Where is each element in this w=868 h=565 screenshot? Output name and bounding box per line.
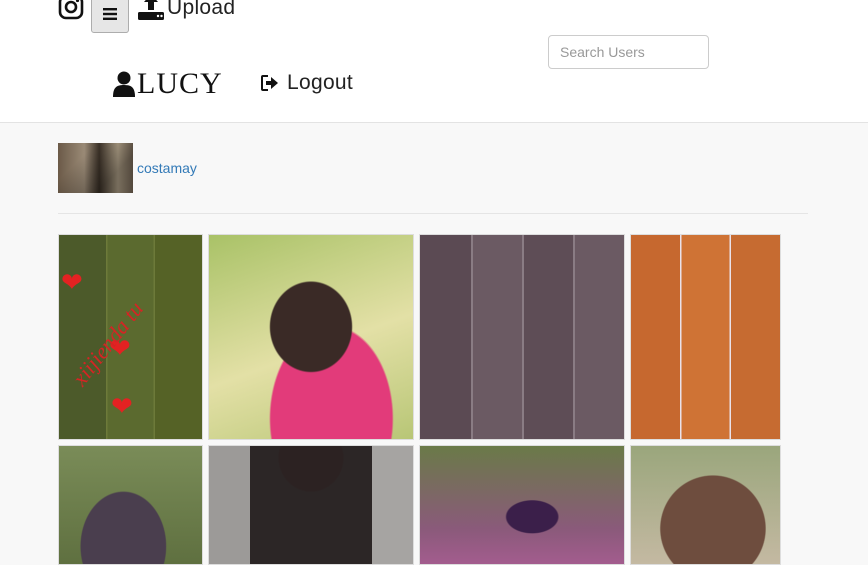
gallery-photo[interactable] — [58, 445, 203, 565]
profile-brand[interactable]: LUCY — [113, 66, 223, 102]
brand-label: LUCY — [137, 67, 223, 100]
menu-toggle-button[interactable] — [91, 0, 129, 33]
top-navbar: Upload LUCY Logout — [0, 0, 868, 123]
profile-header: costamay — [58, 143, 197, 193]
gallery-photo[interactable] — [630, 234, 781, 440]
hamburger-icon — [103, 7, 117, 20]
gallery-photo[interactable] — [419, 445, 625, 565]
divider — [58, 213, 808, 214]
avatar[interactable] — [58, 143, 133, 193]
heart-icon: ❤ — [61, 267, 83, 297]
upload-label: Upload — [167, 0, 236, 19]
search-users-input[interactable] — [548, 35, 709, 69]
gallery-photo[interactable]: ❤ ❤ ❤ xiijienda tu — [58, 234, 203, 440]
heart-icon: ❤ — [111, 391, 133, 421]
gallery-photo[interactable] — [208, 445, 414, 565]
gallery-photo[interactable] — [208, 234, 414, 440]
user-icon — [113, 71, 135, 97]
photo-overlay-text: xiijienda tu — [67, 296, 149, 391]
gallery-photo[interactable] — [419, 234, 625, 440]
logout-label: Logout — [287, 71, 354, 94]
gallery-photo[interactable] — [630, 445, 781, 565]
username-link[interactable]: costamay — [137, 160, 197, 176]
upload-icon — [138, 0, 164, 20]
logout-link[interactable]: Logout — [261, 69, 353, 97]
upload-link[interactable]: Upload — [137, 0, 235, 22]
sign-out-icon — [261, 75, 278, 91]
instagram-icon[interactable] — [58, 0, 84, 20]
